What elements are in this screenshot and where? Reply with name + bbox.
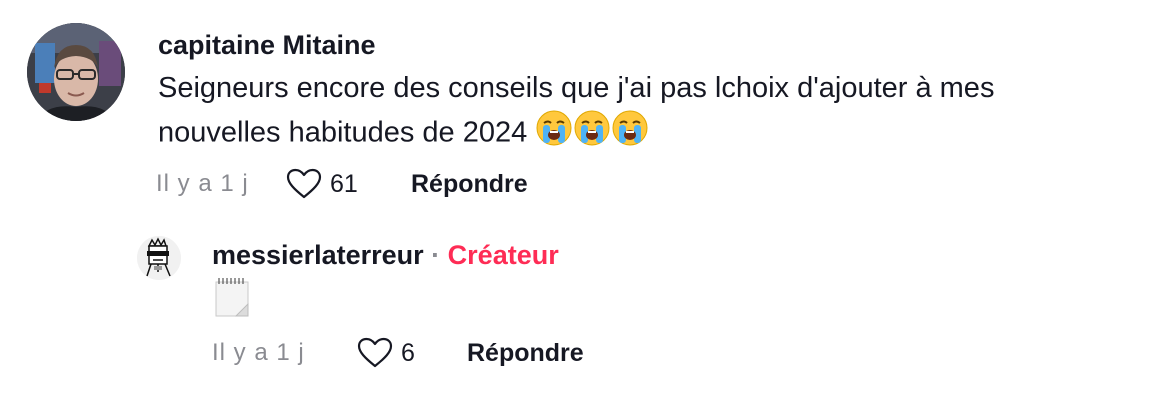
loudly-crying-face-icon: [573, 109, 611, 159]
heart-icon[interactable]: [357, 337, 393, 369]
cartoon-avatar-icon: [137, 236, 181, 280]
like-button[interactable]: 6: [357, 337, 467, 369]
notepad-icon: [214, 276, 252, 323]
comment-actions: Il y a 1 j 61 Répondre: [156, 168, 528, 200]
reply-timestamp: Il y a 1 j: [212, 339, 305, 366]
avatar[interactable]: [27, 23, 125, 121]
reply-username[interactable]: messierlaterreur: [212, 240, 424, 270]
separator-dot: ·: [431, 240, 441, 270]
like-count: 6: [401, 338, 415, 367]
comment-username[interactable]: capitaine Mitaine: [158, 30, 376, 61]
heart-icon[interactable]: [286, 168, 322, 200]
comment-timestamp: Il y a 1 j: [156, 170, 249, 197]
loudly-crying-face-icon: [535, 109, 573, 159]
comment-text: Seigneurs encore des conseils que j'ai p…: [158, 67, 1118, 159]
creator-badge: Créateur: [447, 240, 559, 270]
reply-actions: Il y a 1 j 6 Répondre: [212, 337, 584, 369]
reply-header: messierlaterreur · Créateur: [212, 240, 559, 271]
avatar-photo-icon: [27, 23, 125, 121]
like-button[interactable]: 61: [286, 168, 411, 200]
reply-button[interactable]: Répondre: [467, 339, 584, 368]
loudly-crying-face-icon: [611, 109, 649, 159]
reply-button[interactable]: Répondre: [411, 170, 528, 199]
like-count: 61: [330, 169, 358, 198]
avatar[interactable]: [137, 236, 181, 280]
